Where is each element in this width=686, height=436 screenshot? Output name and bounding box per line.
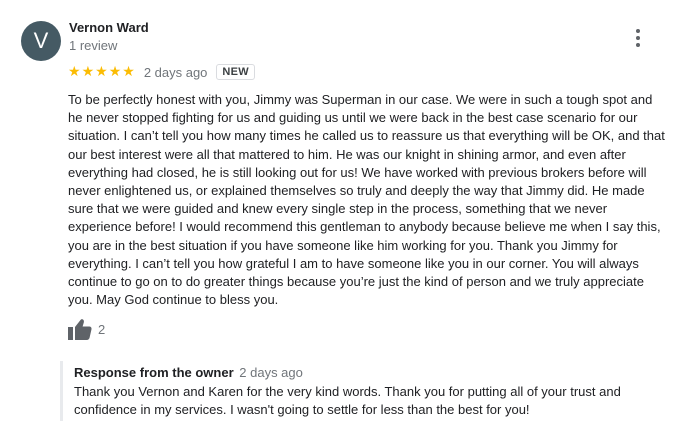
review-date: 2 days ago (143, 64, 208, 80)
owner-response-date: 2 days ago (239, 365, 303, 380)
reviewer-name[interactable]: Vernon Ward (69, 20, 149, 35)
owner-response-text: Thank you Vernon and Karen for the very … (74, 384, 621, 417)
more-options-icon[interactable] (628, 26, 648, 50)
like-count: 2 (98, 321, 106, 337)
avatar[interactable]: V (21, 21, 61, 61)
new-badge: NEW (216, 64, 255, 80)
star-icon: ★ (122, 64, 135, 80)
thumb-up-icon[interactable] (68, 318, 92, 340)
rating-row: ★ ★ ★ ★ ★ 2 days ago NEW (68, 62, 255, 82)
avatar-initial: V (33, 28, 49, 53)
like-row: 2 (68, 318, 105, 340)
owner-response: Response from the owner 2 days ago Thank… (60, 361, 670, 421)
star-rating: ★ ★ ★ ★ ★ (68, 65, 135, 79)
star-icon: ★ (108, 64, 122, 80)
star-icon: ★ (95, 64, 108, 80)
review-text: To be perfectly honest with you, Jimmy w… (68, 92, 665, 308)
star-icon: ★ (68, 64, 81, 80)
owner-response-title: Response from the owner (74, 365, 234, 380)
review-count: 1 review (69, 38, 118, 53)
star-icon: ★ (81, 64, 95, 80)
